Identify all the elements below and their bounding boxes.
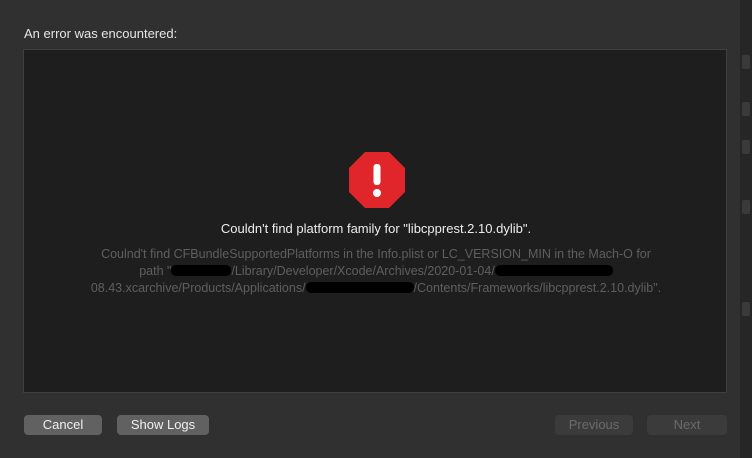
detail-line-1: Coulnd't find CFBundleSupportedPlatforms…: [101, 247, 651, 261]
error-stop-icon: [349, 152, 405, 208]
background-control: [742, 55, 750, 69]
error-panel: Couldn't find platform family for "libcp…: [23, 49, 727, 393]
error-headline: Couldn't find platform family for "libcp…: [220, 221, 532, 236]
show-logs-button[interactable]: Show Logs: [117, 415, 209, 435]
dialog-header: An error was encountered:: [24, 26, 178, 41]
background-control: [742, 200, 750, 214]
cancel-button[interactable]: Cancel: [24, 415, 102, 435]
error-detail: Coulnd't find CFBundleSupportedPlatforms…: [64, 246, 688, 297]
background-window-edge: [740, 0, 752, 458]
detail-path-products: 08.43.xcarchive/Products/Applications/: [90, 281, 306, 295]
background-control: [742, 102, 750, 116]
detail-path-archive: /Library/Developer/Xcode/Archives/2020-0…: [231, 264, 495, 278]
detail-path-frameworks: /Contents/Frameworks/libcpprest.2.10.dyl…: [413, 281, 662, 295]
previous-button[interactable]: Previous: [555, 415, 633, 435]
background-control: [742, 302, 750, 316]
detail-line-3: 08.43.xcarchive/Products/Applications/ /C…: [64, 280, 688, 297]
redaction-mark: [305, 282, 414, 293]
redaction-mark: [494, 265, 613, 276]
error-dialog: An error was encountered: Couldn't find …: [0, 0, 741, 458]
background-control: [742, 140, 750, 154]
next-button[interactable]: Next: [647, 415, 727, 435]
detail-path-prefix: path ": [139, 264, 172, 278]
detail-line-2: path " /Library/Developer/Xcode/Archives/…: [64, 263, 688, 280]
redaction-mark: [171, 265, 232, 276]
